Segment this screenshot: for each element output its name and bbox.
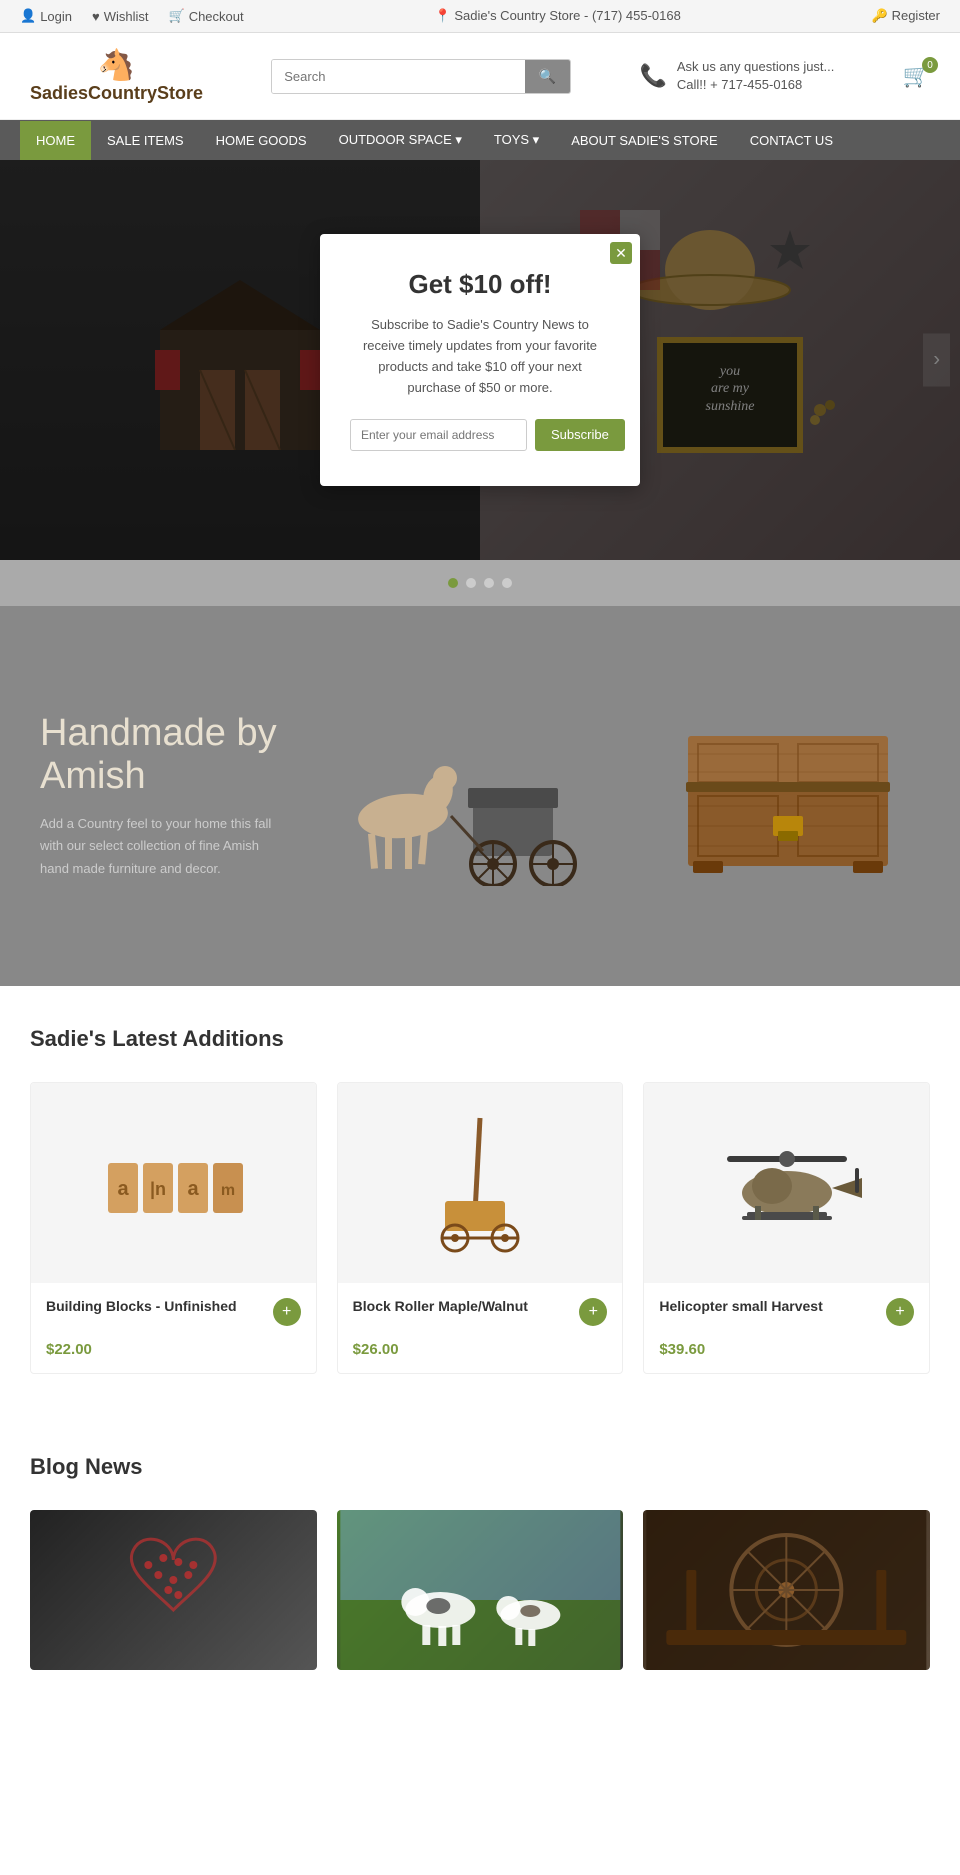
- product-info-2: Block Roller Maple/Walnut +: [338, 1283, 623, 1341]
- popup-title: Get $10 off!: [350, 269, 610, 300]
- handmade-description: Add a Country feel to your home this fal…: [40, 813, 280, 879]
- blog-card-3[interactable]: [643, 1510, 930, 1670]
- hero-wrapper: you are my sunshine ✕ Get: [0, 160, 960, 606]
- top-bar: 👤 Login ♥ Wishlist 🛒 Checkout 📍 Sadie's …: [0, 0, 960, 33]
- slider-dot-1[interactable]: [448, 578, 458, 588]
- modal-overlay: ✕ Get $10 off! Subscribe to Sadie's Coun…: [0, 160, 960, 560]
- search-input[interactable]: [272, 60, 525, 93]
- wishlist-link[interactable]: Wishlist: [104, 9, 149, 24]
- handmade-images: [320, 706, 920, 886]
- svg-text:a: a: [188, 1178, 200, 1200]
- product-image-2: [338, 1083, 623, 1283]
- blog-card-1[interactable]: [30, 1510, 317, 1670]
- blog-card-2[interactable]: [337, 1510, 624, 1670]
- register-link[interactable]: Register: [892, 8, 940, 23]
- block-roller-svg: [420, 1113, 540, 1253]
- user-icon: 👤: [20, 8, 36, 24]
- main-nav: HOME SALE ITEMS HOME GOODS OUTDOOR SPACE…: [0, 120, 960, 160]
- nav-item-contact[interactable]: CONTACT US: [734, 121, 849, 160]
- cart-top-icon: 🛒: [169, 8, 185, 24]
- handmade-section: Handmade by Amish Add a Country feel to …: [0, 606, 960, 986]
- product-name-1: Building Blocks - Unfinished: [46, 1298, 273, 1314]
- wishlist-item[interactable]: ♥ Wishlist: [92, 8, 149, 24]
- popup-description: Subscribe to Sadie's Country News to rec…: [350, 315, 610, 398]
- helicopter-svg: [707, 1118, 867, 1248]
- product-card-2: Block Roller Maple/Walnut + $26.00: [337, 1082, 624, 1374]
- phone-lines: Ask us any questions just... Call!! + 71…: [677, 58, 835, 94]
- key-icon: 🔑: [872, 8, 888, 23]
- products-grid: a |n a m Building Blocks - Unfinished + …: [30, 1082, 930, 1374]
- blog-cows-svg: [337, 1510, 624, 1670]
- handmade-title: Handmade by Amish: [40, 712, 280, 798]
- product-add-btn-2[interactable]: +: [579, 1298, 607, 1326]
- slider-dot-3[interactable]: [484, 578, 494, 588]
- cart-icon-wrap[interactable]: 🛒 0: [903, 63, 930, 89]
- product-image-3: [644, 1083, 929, 1283]
- login-item[interactable]: 👤 Login: [20, 8, 72, 24]
- product-price-3: $39.60: [644, 1341, 929, 1373]
- product-add-btn-1[interactable]: +: [273, 1298, 301, 1326]
- amish-buggy-image: [343, 706, 603, 886]
- store-info: 📍 Sadie's Country Store - (717) 455-0168: [435, 8, 681, 24]
- nav-item-toys[interactable]: TOYS ▾: [478, 120, 555, 160]
- heart-icon: ♥: [92, 9, 100, 24]
- login-link[interactable]: Login: [40, 9, 72, 24]
- product-info-3: Helicopter small Harvest +: [644, 1283, 929, 1341]
- popup-subscribe-button[interactable]: Subscribe: [535, 419, 625, 451]
- nav-item-sale[interactable]: SALE ITEMS: [91, 121, 200, 160]
- logo-buggy-icon: 🐴: [98, 48, 135, 83]
- checkout-item[interactable]: 🛒 Checkout: [169, 8, 244, 24]
- register-area[interactable]: 🔑 Register: [872, 8, 940, 24]
- product-name-2: Block Roller Maple/Walnut: [353, 1298, 580, 1314]
- popup-close-button[interactable]: ✕: [610, 242, 632, 264]
- popup-form: Subscribe: [350, 419, 610, 451]
- svg-text:|n: |n: [150, 1179, 166, 1199]
- product-add-btn-3[interactable]: +: [886, 1298, 914, 1326]
- nav-item-outdoor[interactable]: OUTDOOR SPACE ▾: [323, 120, 478, 160]
- blog-section-title: Blog News: [30, 1454, 930, 1480]
- popup-email-input[interactable]: [350, 419, 527, 451]
- product-price-1: $22.00: [31, 1341, 316, 1373]
- product-card-1: a |n a m Building Blocks - Unfinished + …: [30, 1082, 317, 1374]
- svg-text:a: a: [118, 1178, 130, 1200]
- product-name-3: Helicopter small Harvest: [659, 1298, 886, 1314]
- checkout-link[interactable]: Checkout: [189, 9, 244, 24]
- product-card-3: Helicopter small Harvest + $39.60: [643, 1082, 930, 1374]
- popup-modal: ✕ Get $10 off! Subscribe to Sadie's Coun…: [320, 234, 640, 485]
- location-icon: 📍: [435, 8, 451, 23]
- blog-section: Blog News: [0, 1414, 960, 1710]
- logo-text: SadiesCountryStore: [30, 83, 203, 104]
- nav-item-home[interactable]: HOME: [20, 121, 91, 160]
- nav-item-about[interactable]: ABOUT SADIE'S STORE: [555, 121, 734, 160]
- product-info-1: Building Blocks - Unfinished +: [31, 1283, 316, 1341]
- wooden-chest-image: [678, 716, 898, 876]
- phone-label: Ask us any questions just...: [677, 58, 835, 76]
- slider-dots: [0, 560, 960, 606]
- latest-section: Sadie's Latest Additions a |n a m Buildi…: [0, 986, 960, 1414]
- phone-number: Call!! + 717-455-0168: [677, 76, 835, 94]
- top-bar-left: 👤 Login ♥ Wishlist 🛒 Checkout: [20, 8, 244, 24]
- nav-item-home-goods[interactable]: HOME GOODS: [200, 121, 323, 160]
- blog-wood-svg: [643, 1510, 930, 1670]
- search-button[interactable]: 🔍: [525, 60, 570, 93]
- latest-section-title: Sadie's Latest Additions: [30, 1026, 930, 1052]
- header: 🐴 SadiesCountryStore 🔍 📞 Ask us any ques…: [0, 33, 960, 120]
- blog-heart-svg: [30, 1510, 317, 1670]
- hero-slider: you are my sunshine ✕ Get: [0, 160, 960, 560]
- phone-icon: 📞: [639, 63, 666, 89]
- slider-dot-4[interactable]: [502, 578, 512, 588]
- handmade-text: Handmade by Amish Add a Country feel to …: [40, 712, 280, 879]
- slider-dot-2[interactable]: [466, 578, 476, 588]
- cart-badge: 0: [922, 57, 938, 73]
- building-blocks-svg: a |n a m: [98, 1123, 248, 1243]
- svg-text:m: m: [221, 1182, 235, 1199]
- blog-grid: [30, 1510, 930, 1670]
- search-bar: 🔍: [271, 59, 571, 94]
- product-price-2: $26.00: [338, 1341, 623, 1373]
- product-image-1: a |n a m: [31, 1083, 316, 1283]
- header-phone: 📞 Ask us any questions just... Call!! + …: [639, 58, 834, 94]
- logo-area[interactable]: 🐴 SadiesCountryStore: [30, 48, 203, 104]
